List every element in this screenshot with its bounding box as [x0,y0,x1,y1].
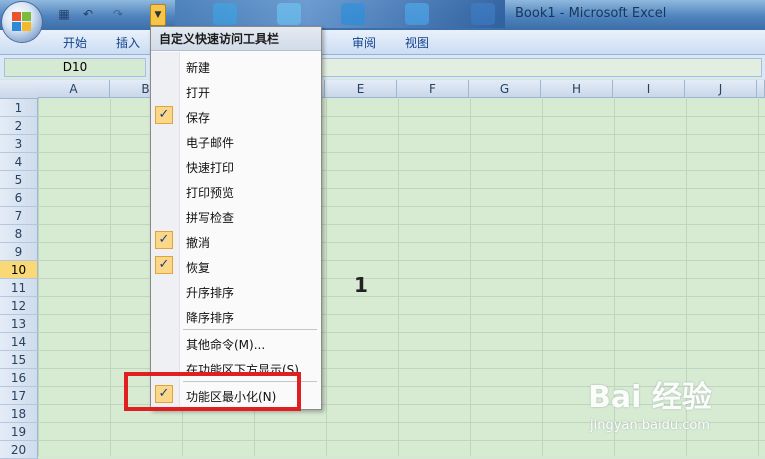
app-icon [277,3,301,25]
menu-separator [183,329,317,330]
name-box[interactable]: D10 [4,58,146,77]
ie-icon [213,3,237,25]
menu-item[interactable]: 新建 [151,54,321,79]
row-header[interactable]: 12 [0,297,38,315]
menu-item[interactable]: 拼写检查 [151,204,321,229]
column-header[interactable]: I [613,80,685,98]
app-icon [471,3,495,25]
menu-item-label: 恢复 [186,261,211,275]
menu-item-label: 升序排序 [186,286,235,300]
cell-content: 1 [354,273,368,297]
qat-customize-menu: 自定义快速访问工具栏 新建打开 ✓ 保存电子邮件快速打印打印预览拼写检查 ✓ 撤消 ✓ 恢复… [150,26,322,410]
app-icon [341,3,365,25]
background-taskbar-strip [175,0,505,28]
row-header[interactable]: 8 [0,225,38,243]
menu-item[interactable]: 降序排序 [151,304,321,329]
qat-customize-dropdown-button[interactable]: ▼ [150,4,166,26]
tab-review[interactable]: 审阅 [352,34,376,51]
row-header[interactable]: 6 [0,189,38,207]
menu-item[interactable]: 打开 [151,79,321,104]
row-header[interactable]: 15 [0,351,38,369]
row-header[interactable]: 2 [0,117,38,135]
row-header[interactable]: 20 [0,441,38,459]
column-header[interactable]: F [397,80,469,98]
column-header[interactable] [757,80,765,98]
baidu-watermark: Bai 经验 jingyan.baidu.com [588,372,763,452]
window-title: Book1 - Microsoft Excel [515,6,667,21]
menu-item-label: 撤消 [186,236,211,250]
watermark-url: jingyan.baidu.com [590,418,710,433]
row-header[interactable]: 10 [0,261,38,279]
formula-bar: D10 [0,55,765,79]
menu-item[interactable]: ✓ 撤消 [151,229,321,254]
row-header[interactable]: 4 [0,153,38,171]
app-icon [405,3,429,25]
title-bar: ▦ ↶ ↷ ▼ Book1 - Microsoft Excel [0,0,765,30]
row-header[interactable]: 18 [0,405,38,423]
menu-item-label: 拼写检查 [186,211,235,225]
select-all-corner[interactable] [0,80,39,99]
redo-icon[interactable]: ↷ [110,6,126,22]
menu-header: 自定义快速访问工具栏 [151,27,321,51]
chevron-down-icon: ▼ [154,10,162,20]
menu-item[interactable]: 电子邮件 [151,129,321,154]
column-header[interactable]: A [38,80,110,98]
menu-item-label: 其他命令(M)... [186,338,266,352]
menu-item[interactable]: 快速打印 [151,154,321,179]
menu-item-label: 降序排序 [186,311,235,325]
office-button[interactable] [2,2,42,42]
menu-item[interactable]: 升序排序 [151,279,321,304]
row-header[interactable]: 13 [0,315,38,333]
column-header[interactable]: J [685,80,757,98]
ribbon-tabs: 开始 插入 审阅 视图 [0,30,765,55]
menu-item-label: 打开 [186,86,211,100]
menu-item-label: 电子邮件 [186,136,235,150]
checkmark-icon: ✓ [155,231,173,249]
row-header[interactable]: 19 [0,423,38,441]
tab-home[interactable]: 开始 [63,34,87,51]
tab-view[interactable]: 视图 [405,34,429,51]
row-header[interactable]: 5 [0,171,38,189]
menu-item[interactable]: ✓ 恢复 [151,254,321,279]
menu-item-label: 打印预览 [186,186,235,200]
checkmark-icon: ✓ [155,256,173,274]
highlight-annotation [124,372,301,411]
column-header[interactable]: E [325,80,397,98]
checkmark-icon: ✓ [155,106,173,124]
column-header[interactable]: G [469,80,541,98]
save-icon[interactable]: ▦ [56,6,72,22]
menu-item[interactable]: 打印预览 [151,179,321,204]
row-header[interactable]: 7 [0,207,38,225]
menu-item-label: 新建 [186,61,211,75]
menu-item-label: 快速打印 [186,161,235,175]
row-header[interactable]: 11 [0,279,38,297]
undo-icon[interactable]: ↶ [80,6,96,22]
row-header[interactable]: 3 [0,135,38,153]
watermark-brand: Bai 经验 [588,380,712,415]
row-header[interactable]: 1 [0,99,38,117]
menu-item[interactable]: 其他命令(M)... [151,331,321,356]
menu-item[interactable]: ✓ 保存 [151,104,321,129]
row-header[interactable]: 17 [0,387,38,405]
row-header[interactable]: 9 [0,243,38,261]
row-header[interactable]: 16 [0,369,38,387]
column-header[interactable]: H [541,80,613,98]
row-header[interactable]: 14 [0,333,38,351]
tab-insert[interactable]: 插入 [116,34,140,51]
office-logo-icon [12,12,32,32]
menu-item-label: 保存 [186,111,211,125]
